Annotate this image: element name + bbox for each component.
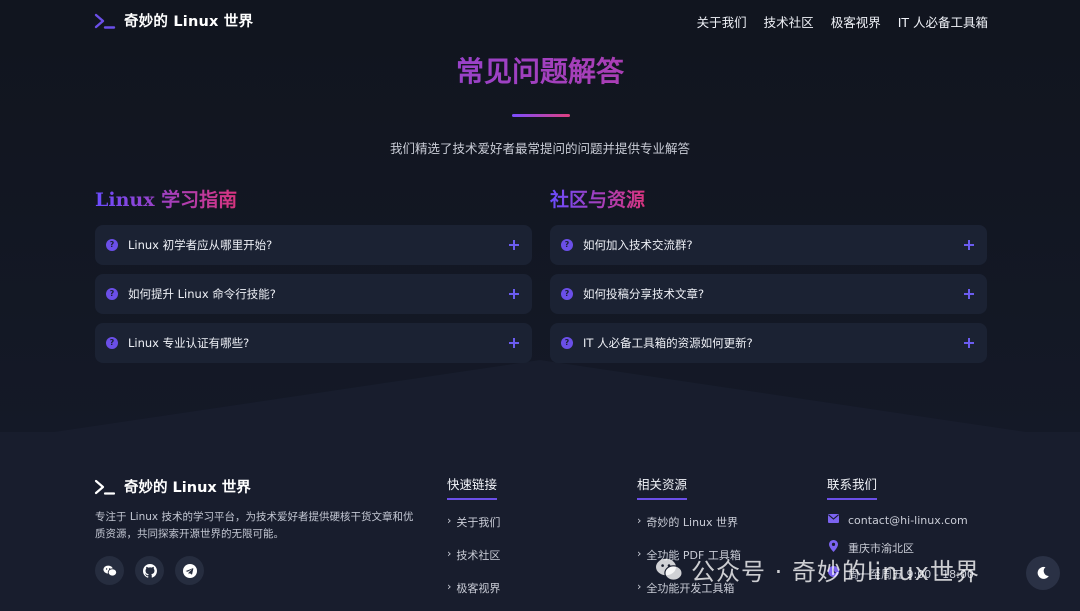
wechat-button[interactable] [95,556,124,585]
brand-name: 奇妙的 Linux 世界 [124,14,254,30]
nav-link-about[interactable]: 关于我们 [697,12,747,31]
watermark-text: 公众号 · 奇妙的linux世界 [691,558,980,586]
email-text: contact@hi-linux.com [848,514,968,527]
footer-link[interactable]: › 技术社区 [447,547,500,580]
faq-item[interactable]: ? Linux 专业认证有哪些? [95,323,532,363]
footer-brand[interactable]: 奇妙的 Linux 世界 [94,476,251,497]
chevron-right-icon: › [447,514,452,527]
faq-item[interactable]: ? 如何投稿分享技术文章? [550,274,987,314]
footer-brand-name: 奇妙的 Linux 世界 [124,480,251,496]
terminal-icon [94,13,116,29]
title-divider [512,114,570,117]
footer-link[interactable]: › 极客视界 [447,580,500,611]
envelope-icon [827,514,839,523]
footer-link-label: 关于我们 [456,516,501,529]
footer-link[interactable]: › 奇妙的 Linux 世界 [637,514,741,547]
nav-link-geek-vision[interactable]: 极客视界 [831,12,881,31]
moon-icon [1037,566,1049,579]
chevron-right-icon: › [637,547,642,560]
plus-icon[interactable] [507,336,521,350]
watermark: 公众号 · 奇妙的linux世界 [655,552,980,587]
chevron-right-icon: › [637,514,642,527]
plus-icon[interactable] [507,287,521,301]
contact-email[interactable]: contact@hi-linux.com [827,514,974,540]
brand-logo-link[interactable]: 奇妙的 Linux 世界 [94,10,253,31]
faq-title: 常见问题解答 [0,50,1080,90]
faq-question: IT 人必备工具箱的资源如何更新? [583,336,753,350]
faq-item[interactable]: ? Linux 初学者应从哪里开始? [95,225,532,265]
question-icon: ? [561,337,573,349]
footer-link-label: 奇妙的 Linux 世界 [646,516,739,529]
top-navbar: 奇妙的 Linux 世界 关于我们 技术社区 极客视界 IT 人必备工具箱 [0,0,1080,42]
nav-link-toolbox[interactable]: IT 人必备工具箱 [898,12,988,31]
chevron-right-icon: › [447,580,452,593]
contact-title: 联系我们 [827,474,878,500]
github-icon [142,563,157,578]
footer-link[interactable]: › 关于我们 [447,514,500,547]
plus-icon[interactable] [962,336,976,350]
plus-icon[interactable] [962,287,976,301]
telegram-icon [182,563,197,578]
faq-subtitle: 我们精选了技术爱好者最常提问的问题并提供专业解答 [389,141,690,156]
footer-link-label: 技术社区 [456,549,501,562]
chevron-right-icon: › [637,580,642,593]
faq-section: 常见问题解答 我们精选了技术爱好者最常提问的问题并提供专业解答 Linux 学习… [0,42,1080,432]
terminal-icon [94,479,116,495]
wechat-icon [656,558,683,581]
chevron-right-icon: › [447,547,452,560]
wechat-icon [102,565,117,576]
question-icon: ? [561,239,573,251]
faq-item[interactable]: ? 如何提升 Linux 命令行技能? [95,274,532,314]
theme-toggle-button[interactable] [1026,556,1060,590]
nav-link-community[interactable]: 技术社区 [764,12,814,31]
quick-links-title: 快速链接 [447,474,498,500]
plus-icon[interactable] [507,238,521,252]
faq-question: Linux 初学者应从哪里开始? [128,238,273,252]
social-links [95,556,204,585]
faq-item[interactable]: ? 如何加入技术交流群? [550,225,987,265]
map-pin-icon [827,540,839,552]
question-icon: ? [106,239,118,251]
question-icon: ? [106,337,118,349]
nav-links: 关于我们 技术社区 极客视界 IT 人必备工具箱 [697,12,988,31]
question-icon: ? [561,288,573,300]
faq-question: 如何投稿分享技术文章? [583,287,705,301]
faq-question: 如何加入技术交流群? [583,238,693,252]
github-button[interactable] [135,556,164,585]
question-icon: ? [106,288,118,300]
telegram-button[interactable] [175,556,204,585]
quick-links-column: 快速链接 › 关于我们 › 技术社区 › 极客视界 [447,474,500,611]
resources-title: 相关资源 [637,474,688,500]
faq-item[interactable]: ? IT 人必备工具箱的资源如何更新? [550,323,987,363]
footer-link-label: 极客视界 [456,582,501,595]
plus-icon[interactable] [962,238,976,252]
community-heading: 社区与资源 [550,185,645,212]
footer-description: 专注于 Linux 技术的学习平台，为技术爱好者提供硬核干货文章和优质资源，共同… [95,511,414,540]
linux-guide-heading: Linux 学习指南 [95,185,237,212]
resources-column: 相关资源 › 奇妙的 Linux 世界 › 全功能 PDF 工具箱 › 全功能开发工具… [637,474,741,611]
faq-question: 如何提升 Linux 命令行技能? [128,287,276,301]
faq-question: Linux 专业认证有哪些? [128,336,250,350]
